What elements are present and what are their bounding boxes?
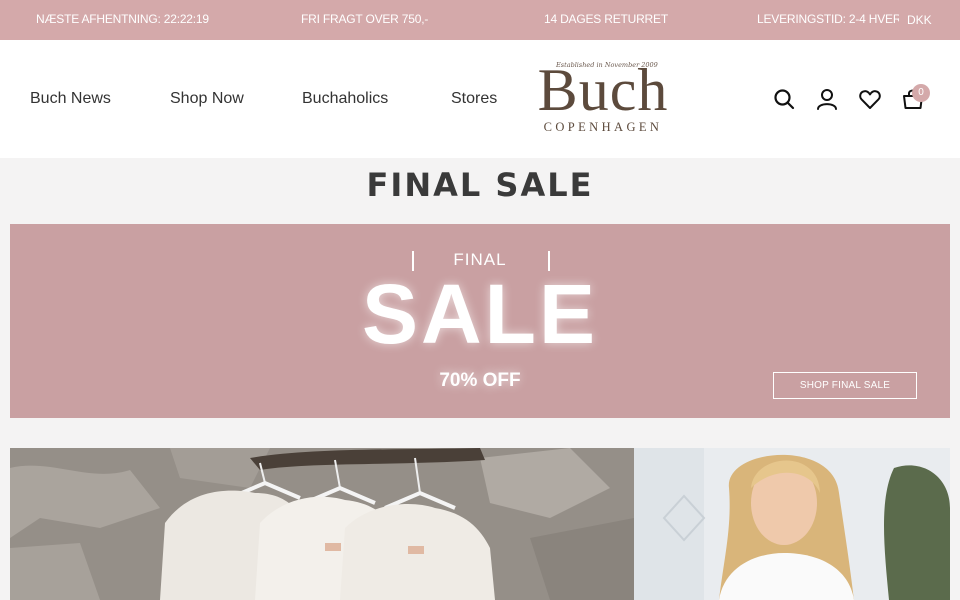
nav-item-shop-now[interactable]: Shop Now: [170, 90, 244, 108]
logo-tagline: Established in November 2009: [556, 61, 658, 69]
hero-image-clothes-on-hangers[interactable]: [10, 448, 634, 600]
page-title: FINAL SALE: [366, 166, 594, 204]
logo-city: COPENHAGEN: [543, 120, 663, 134]
nav-item-stores[interactable]: Stores: [451, 90, 497, 108]
banner-headline: SALE: [361, 267, 599, 361]
nav-item-buch-news[interactable]: Buch News: [30, 90, 111, 108]
final-sale-banner[interactable]: FINAL SALE 70% OFF SHOP FINAL SALE: [10, 224, 950, 418]
cart-count-badge: 0: [912, 84, 930, 102]
announcement-pickup: NÆSTE AFHENTNING: 22:22:19: [36, 12, 209, 26]
site-header: Buch News Shop Now Buchaholics Stores Bu…: [0, 40, 960, 158]
logo-wordmark: Buch: [537, 57, 669, 123]
hero-images: [10, 448, 950, 600]
nav-item-buchaholics[interactable]: Buchaholics: [302, 90, 388, 108]
shop-final-sale-button[interactable]: SHOP FINAL SALE: [773, 372, 917, 399]
search-icon[interactable]: [772, 87, 796, 111]
announcement-bar: NÆSTE AFHENTNING: 22:22:19 FRI FRAGT OVE…: [0, 0, 960, 40]
currency-selector[interactable]: DKK: [907, 13, 932, 27]
announcement-delivery: LEVERINGSTID: 2-4 HVERDAGE: [757, 12, 899, 26]
heart-icon[interactable]: [858, 87, 882, 111]
announcement-free-shipping: FRI FRAGT OVER 750,-: [301, 12, 429, 26]
brand-logo[interactable]: Buch Established in November 2009 COPENH…: [518, 56, 688, 138]
hero-image-model[interactable]: [634, 448, 950, 600]
account-icon[interactable]: [815, 87, 839, 111]
announcement-returns: 14 DAGES RETURRET: [544, 12, 668, 26]
